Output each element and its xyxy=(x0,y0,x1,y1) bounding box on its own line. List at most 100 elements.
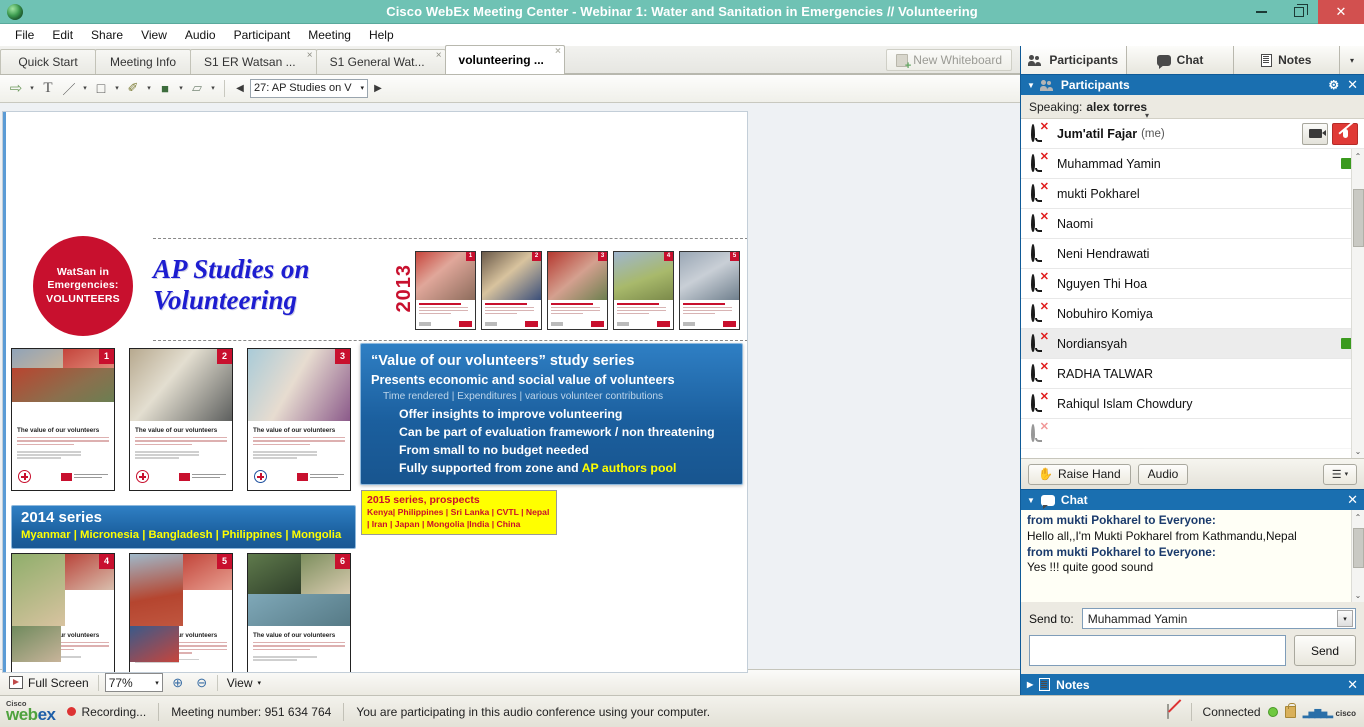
scroll-down-icon[interactable]: ⌄ xyxy=(1352,444,1364,458)
close-icon[interactable]: ✕ xyxy=(1347,677,1358,693)
menu-share[interactable]: Share xyxy=(82,26,132,44)
tab-label: S1 General Wat... xyxy=(329,55,425,69)
line-caret-icon[interactable]: ▾ xyxy=(80,77,90,99)
close-button[interactable]: ✕ xyxy=(1318,0,1364,24)
previous-slide-button[interactable]: ◀ xyxy=(231,77,249,99)
participant-row[interactable]: ✕ RADHA TALWAR xyxy=(1021,359,1364,389)
slide-divider-bottom xyxy=(153,339,747,341)
collapse-icon[interactable]: ▼ xyxy=(1027,496,1035,505)
participant-row[interactable]: ✕ Muhammad Yamin xyxy=(1021,149,1364,179)
participant-row[interactable]: Neni Hendrawati xyxy=(1021,239,1364,269)
tab-close-icon[interactable]: × xyxy=(555,47,561,57)
callout-meta: Time rendered | Expenditures | various v… xyxy=(383,391,664,403)
presentation-slide[interactable]: WatSan in Emergencies: VOLUNTEERS AP Stu… xyxy=(2,110,748,673)
send-to-select[interactable]: Muhammad Yamin ▾ xyxy=(1081,608,1356,629)
full-screen-button[interactable]: Full Screen xyxy=(6,676,92,690)
menu-file[interactable]: File xyxy=(6,26,43,44)
participant-row[interactable]: ✕ Naomi xyxy=(1021,209,1364,239)
report-card: 1 The value of our volunteers xyxy=(11,347,115,491)
tab-close-icon[interactable]: × xyxy=(307,51,313,61)
rectangle-tool-icon[interactable]: □ xyxy=(91,77,111,99)
participant-options-button[interactable]: ☰ ▾ xyxy=(1323,463,1357,485)
menu-audio[interactable]: Audio xyxy=(176,26,225,44)
video-button[interactable] xyxy=(1302,122,1328,145)
chat-title: Chat xyxy=(1060,493,1088,507)
expand-icon[interactable]: ▶ xyxy=(1027,680,1033,689)
participant-row[interactable]: ✕ Nguyen Thi Hoa xyxy=(1021,269,1364,299)
line-tool-icon[interactable]: ／ xyxy=(59,77,79,99)
tab-s1-general-watsan[interactable]: S1 General Wat... × xyxy=(315,49,446,74)
report-card: 6 The value of our volunteers xyxy=(247,552,351,672)
text-tool-icon[interactable]: T xyxy=(38,77,58,99)
report-caption: The value of our volunteers xyxy=(17,426,100,434)
tab-volunteering[interactable]: volunteering ... × xyxy=(444,45,565,74)
pen-tool-icon[interactable]: ✐ xyxy=(123,77,143,99)
tab-chat[interactable]: Chat xyxy=(1127,46,1234,74)
participant-row[interactable]: ✕ Nordiansyah xyxy=(1021,329,1364,359)
close-icon[interactable]: ✕ xyxy=(1347,77,1358,93)
chat-message-input[interactable] xyxy=(1029,635,1286,666)
watsan-badge: WatSan in Emergencies: VOLUNTEERS xyxy=(33,235,133,336)
minimize-button[interactable] xyxy=(1242,0,1280,24)
rectangle-caret-icon[interactable]: ▾ xyxy=(112,77,122,99)
menu-meeting[interactable]: Meeting xyxy=(299,26,360,44)
chat-transcript[interactable]: from mukti Pokharel to Everyone: Hello a… xyxy=(1021,510,1364,602)
scroll-up-icon[interactable]: ⌃ xyxy=(1352,510,1364,524)
participants-scrollbar[interactable]: ⌃ ⌄ xyxy=(1351,149,1364,458)
participant-row[interactable]: ✕ Nobuhiro Komiya xyxy=(1021,299,1364,329)
maximize-button[interactable] xyxy=(1280,0,1318,24)
tab-notes[interactable]: Notes xyxy=(1233,46,1340,74)
scroll-down-icon[interactable]: ⌄ xyxy=(1352,588,1364,602)
scrollbar-thumb[interactable] xyxy=(1353,528,1364,568)
slide-stage: WatSan in Emergencies: VOLUNTEERS AP Stu… xyxy=(0,102,1020,673)
mic-muted-icon[interactable] xyxy=(1166,698,1181,720)
tab-quick-start[interactable]: Quick Start xyxy=(0,49,96,74)
scrollbar-thumb[interactable] xyxy=(1353,189,1364,247)
callout-bullet-text: From small to no budget needed xyxy=(399,443,589,458)
zoom-level-selector[interactable]: 77% ▾ xyxy=(104,673,163,692)
mute-button[interactable] xyxy=(1332,120,1358,145)
recording-indicator[interactable]: Recording... xyxy=(67,705,146,719)
eraser-caret-icon[interactable]: ▾ xyxy=(208,77,218,99)
tab-s1-er-watsan[interactable]: S1 ER Watsan ... × xyxy=(190,49,317,74)
gear-icon[interactable]: ⚙ xyxy=(1328,78,1339,92)
raise-hand-button[interactable]: ✋ Raise Hand xyxy=(1028,463,1131,485)
highlighter-tool-icon[interactable]: ■ xyxy=(155,77,175,99)
tab-participants[interactable]: Participants xyxy=(1021,46,1128,74)
whiteboard-icon xyxy=(896,53,911,70)
close-icon[interactable]: ✕ xyxy=(1347,492,1358,508)
participant-row[interactable]: ✕ Jum'atil Fajar (me) xyxy=(1021,119,1364,149)
scroll-up-icon[interactable]: ⌃ xyxy=(1352,149,1364,163)
menu-edit[interactable]: Edit xyxy=(43,26,82,44)
eraser-tool-icon[interactable]: ▱ xyxy=(187,77,207,99)
chevron-down-icon[interactable]: ▾ xyxy=(1337,610,1353,627)
notes-section-header[interactable]: ▶ Notes ✕ xyxy=(1021,674,1364,695)
participant-row[interactable]: ✕ Rahiqul Islam Chowdury xyxy=(1021,389,1364,419)
panel-more-button[interactable]: ▾ xyxy=(1339,46,1364,74)
participant-row[interactable]: ✕ mukti Pokharel xyxy=(1021,179,1364,209)
menu-participant[interactable]: Participant xyxy=(225,26,300,44)
zoom-out-button[interactable]: ⊖ xyxy=(193,674,211,692)
tab-meeting-info[interactable]: Meeting Info xyxy=(95,49,191,74)
chat-icon xyxy=(1040,494,1055,509)
menu-view[interactable]: View xyxy=(132,26,176,44)
send-button[interactable]: Send xyxy=(1294,635,1356,666)
chat-scrollbar[interactable]: ⌃ ⌄ xyxy=(1351,510,1364,602)
report-number: 4 xyxy=(99,553,114,569)
participant-row-partial[interactable]: ✕ xyxy=(1021,419,1364,449)
highlighter-caret-icon[interactable]: ▾ xyxy=(176,77,186,99)
pointer-caret-icon[interactable]: ▾ xyxy=(27,77,37,99)
menu-help[interactable]: Help xyxy=(360,26,403,44)
view-menu-button[interactable]: View ▾ xyxy=(224,676,264,690)
collapse-icon[interactable]: ▼ xyxy=(1027,81,1035,90)
participants-list[interactable]: ✕ Jum'atil Fajar (me) ✕ Muhammad Yamin ✕… xyxy=(1021,119,1364,458)
zoom-in-button[interactable]: ⊕ xyxy=(169,674,187,692)
audio-button[interactable]: Audio xyxy=(1137,463,1189,485)
pointer-tool-icon[interactable]: ⇨ xyxy=(6,77,26,99)
new-whiteboard-button[interactable]: New Whiteboard xyxy=(886,49,1012,71)
full-screen-label: Full Screen xyxy=(28,675,89,690)
tab-close-icon[interactable]: × xyxy=(436,51,442,61)
slide-selector[interactable]: 27: AP Studies on V ▾ xyxy=(250,78,368,98)
pen-caret-icon[interactable]: ▾ xyxy=(144,77,154,99)
next-slide-button[interactable]: ▶ xyxy=(369,77,387,99)
